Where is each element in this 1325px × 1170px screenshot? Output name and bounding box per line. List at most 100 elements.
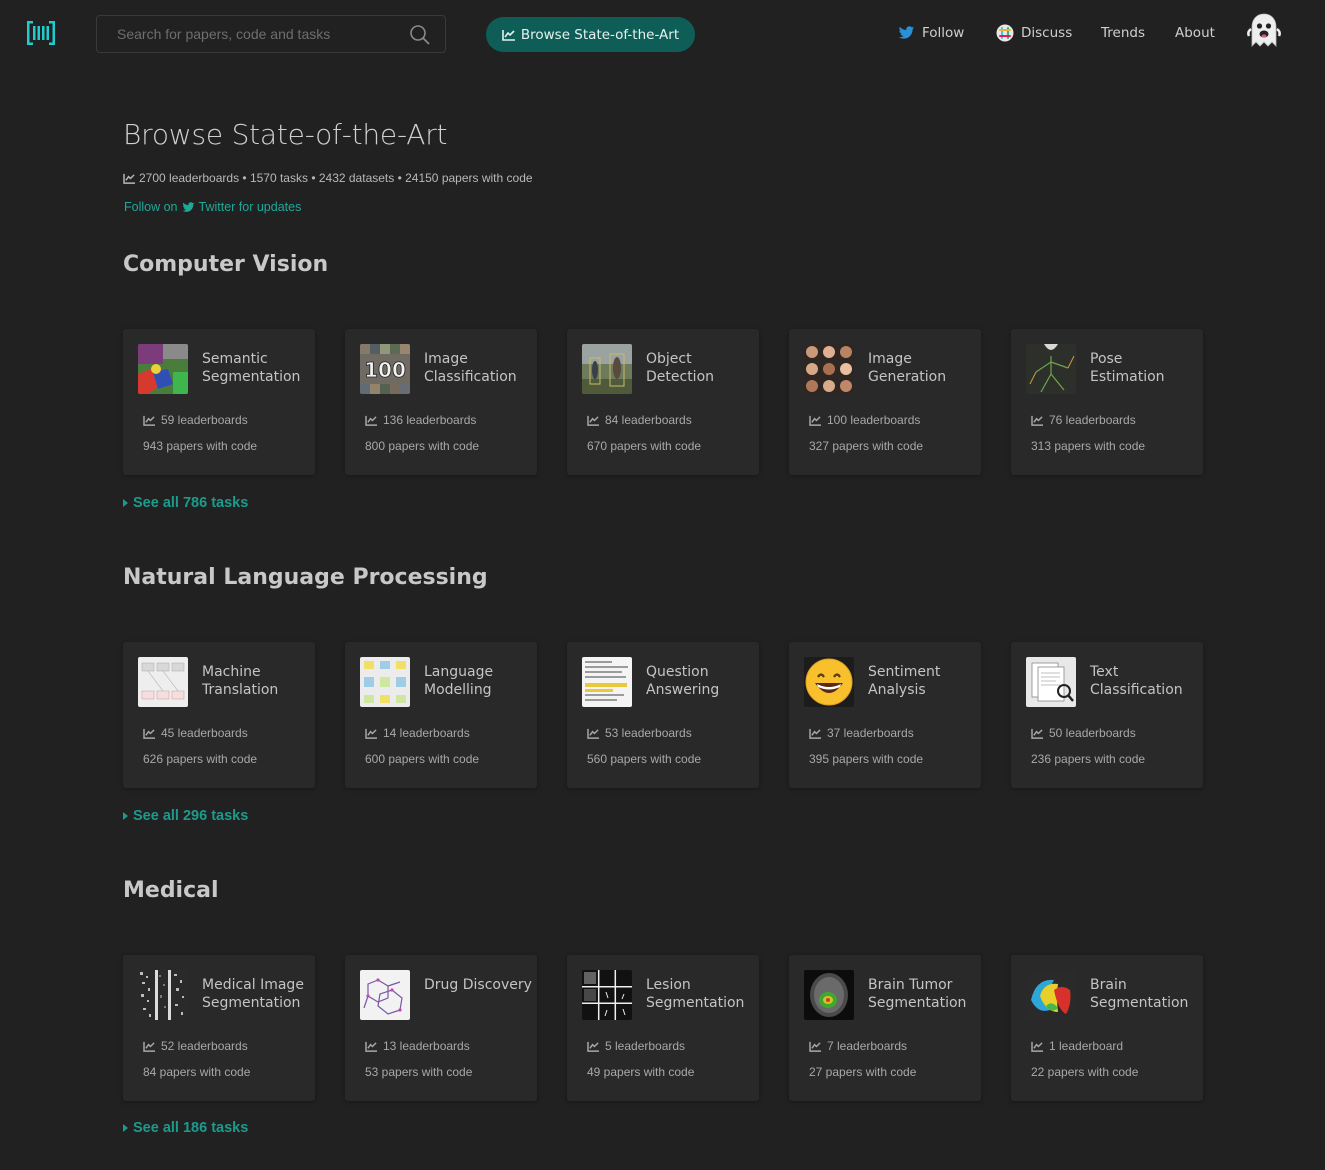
- task-name: Question Answering: [646, 664, 720, 698]
- leaderboards-count: 59 leaderboards: [143, 413, 248, 427]
- search-icon[interactable]: [409, 24, 431, 46]
- chart-line-icon: [587, 415, 599, 426]
- trends-link[interactable]: Trends: [1101, 22, 1145, 44]
- task-card-text-classification[interactable]: Text Classification 50 leaderboards 236 …: [1011, 642, 1203, 788]
- detection-thumb: [582, 344, 632, 394]
- task-name: Pose Estimation: [1090, 351, 1165, 385]
- twitter-updates-link[interactable]: Twitter for updates: [199, 200, 302, 214]
- chart-line-icon: [1031, 728, 1043, 739]
- papers-with-code-logo[interactable]: [26, 20, 56, 46]
- task-card-semantic-segmentation[interactable]: Semantic Segmentation 59 leaderboards 94…: [123, 329, 315, 475]
- task-card-image-classification[interactable]: 100 Image Classification 136 leaderboard…: [345, 329, 537, 475]
- papers-count: 53 papers with code: [365, 1065, 473, 1079]
- chart-line-icon: [1031, 1041, 1043, 1052]
- section-title-nlp: Natural Language Processing: [123, 565, 488, 590]
- lesion-thumb: [582, 970, 632, 1020]
- leaderboards-text: 76 leaderboards: [1049, 413, 1136, 427]
- twitter-icon: [182, 201, 194, 212]
- leaderboards-count: 50 leaderboards: [1031, 726, 1136, 740]
- leaderboards-text: 52 leaderboards: [161, 1039, 248, 1053]
- leaderboards-text: 45 leaderboards: [161, 726, 248, 740]
- leaderboards-count: 52 leaderboards: [143, 1039, 248, 1053]
- chart-line-icon: [587, 1041, 599, 1052]
- task-card-medical-image-segmentation[interactable]: Medical Image Segmentation 52 leaderboar…: [123, 955, 315, 1101]
- caret-right-icon: [123, 499, 128, 507]
- task-name: Brain Segmentation: [1090, 977, 1189, 1011]
- papers-count: 313 papers with code: [1031, 439, 1146, 453]
- see-all-tasks-link[interactable]: See all 786 tasks: [123, 495, 248, 511]
- lm-thumb: [360, 657, 410, 707]
- task-name: Sentiment Analysis: [868, 664, 941, 698]
- segmentation-thumb: [138, 344, 188, 394]
- discuss-link[interactable]: Discuss: [996, 22, 1072, 44]
- task-card-object-detection[interactable]: Object Detection 84 leaderboards 670 pap…: [567, 329, 759, 475]
- smiley-thumb: [804, 657, 854, 707]
- task-card-pose-estimation[interactable]: Pose Estimation 76 leaderboards 313 pape…: [1011, 329, 1203, 475]
- papers-count: 600 papers with code: [365, 752, 480, 766]
- papers-count: 22 papers with code: [1031, 1065, 1139, 1079]
- see-all-tasks-link[interactable]: See all 186 tasks: [123, 1120, 248, 1136]
- task-name: Lesion Segmentation: [646, 977, 745, 1011]
- leaderboards-count: 7 leaderboards: [809, 1039, 907, 1053]
- task-card-brain-segmentation[interactable]: Brain Segmentation 1 leaderboard 22 pape…: [1011, 955, 1203, 1101]
- leaderboards-text: 1 leaderboard: [1049, 1039, 1124, 1053]
- leaderboards-text: 50 leaderboards: [1049, 726, 1136, 740]
- documents-thumb: [1026, 657, 1076, 707]
- papers-count: 626 papers with code: [143, 752, 258, 766]
- cells-thumb: [138, 970, 188, 1020]
- task-card-drug-discovery[interactable]: Drug Discovery 13 leaderboards 53 papers…: [345, 955, 537, 1101]
- brain-3d-thumb: [1026, 970, 1076, 1020]
- leaderboards-text: 136 leaderboards: [383, 413, 477, 427]
- task-card-machine-translation[interactable]: Machine Translation 45 leaderboards 626 …: [123, 642, 315, 788]
- chart-line-icon: [143, 728, 155, 739]
- leaderboards-text: 84 leaderboards: [605, 413, 692, 427]
- task-card-lesion-segmentation[interactable]: Lesion Segmentation 5 leaderboards 49 pa…: [567, 955, 759, 1101]
- papers-count: 27 papers with code: [809, 1065, 917, 1079]
- about-link[interactable]: About: [1175, 22, 1215, 44]
- task-name: Image Generation: [868, 351, 947, 385]
- leaderboards-count: 37 leaderboards: [809, 726, 914, 740]
- translation-thumb: [138, 657, 188, 707]
- leaderboards-text: 13 leaderboards: [383, 1039, 470, 1053]
- chart-line-icon: [365, 1041, 377, 1052]
- chart-line-icon: [365, 728, 377, 739]
- papers-count: 800 papers with code: [365, 439, 480, 453]
- follow-label: Follow: [922, 25, 965, 41]
- stats-line: 2700 leaderboards • 1570 tasks • 2432 da…: [123, 171, 533, 185]
- task-card-language-modelling[interactable]: Language Modelling 14 leaderboards 600 p…: [345, 642, 537, 788]
- browse-sota-button[interactable]: Browse State-of-the-Art: [486, 17, 695, 52]
- leaderboards-text: 53 leaderboards: [605, 726, 692, 740]
- papers-count: 943 papers with code: [143, 439, 258, 453]
- papers-count: 560 papers with code: [587, 752, 702, 766]
- papers-count: 236 papers with code: [1031, 752, 1146, 766]
- page-title: Browse State-of-the-Art: [123, 118, 448, 151]
- faces-thumb: [804, 344, 854, 394]
- caret-right-icon: [123, 1124, 128, 1132]
- twitter-icon: [898, 26, 915, 39]
- leaderboards-count: 13 leaderboards: [365, 1039, 470, 1053]
- task-name: Language Modelling: [424, 664, 494, 698]
- ghost-avatar-icon[interactable]: [1246, 12, 1282, 48]
- papers-count: 84 papers with code: [143, 1065, 251, 1079]
- leaderboards-count: 100 leaderboards: [809, 413, 920, 427]
- leaderboards-count: 1 leaderboard: [1031, 1039, 1123, 1053]
- follow-link[interactable]: Follow: [898, 22, 964, 44]
- task-card-sentiment-analysis[interactable]: Sentiment Analysis 37 leaderboards 395 p…: [789, 642, 981, 788]
- leaderboards-count: 84 leaderboards: [587, 413, 692, 427]
- leaderboards-count: 45 leaderboards: [143, 726, 248, 740]
- leaderboards-count: 14 leaderboards: [365, 726, 470, 740]
- chart-line-icon: [143, 1041, 155, 1052]
- about-label: About: [1175, 25, 1215, 41]
- leaderboards-count: 136 leaderboards: [365, 413, 476, 427]
- chart-line-icon: [123, 173, 135, 184]
- search-input[interactable]: [97, 16, 397, 52]
- see-all-label: See all 186 tasks: [133, 1120, 249, 1136]
- see-all-tasks-link[interactable]: See all 296 tasks: [123, 808, 248, 824]
- task-name: Drug Discovery: [424, 977, 532, 993]
- task-card-image-generation[interactable]: Image Generation 100 leaderboards 327 pa…: [789, 329, 981, 475]
- task-name: Semantic Segmentation: [202, 351, 301, 385]
- task-card-question-answering[interactable]: Question Answering 53 leaderboards 560 p…: [567, 642, 759, 788]
- task-card-brain-tumor-segmentation[interactable]: Brain Tumor Segmentation 7 leaderboards …: [789, 955, 981, 1101]
- task-name: Machine Translation: [202, 664, 279, 698]
- papers-count: 49 papers with code: [587, 1065, 695, 1079]
